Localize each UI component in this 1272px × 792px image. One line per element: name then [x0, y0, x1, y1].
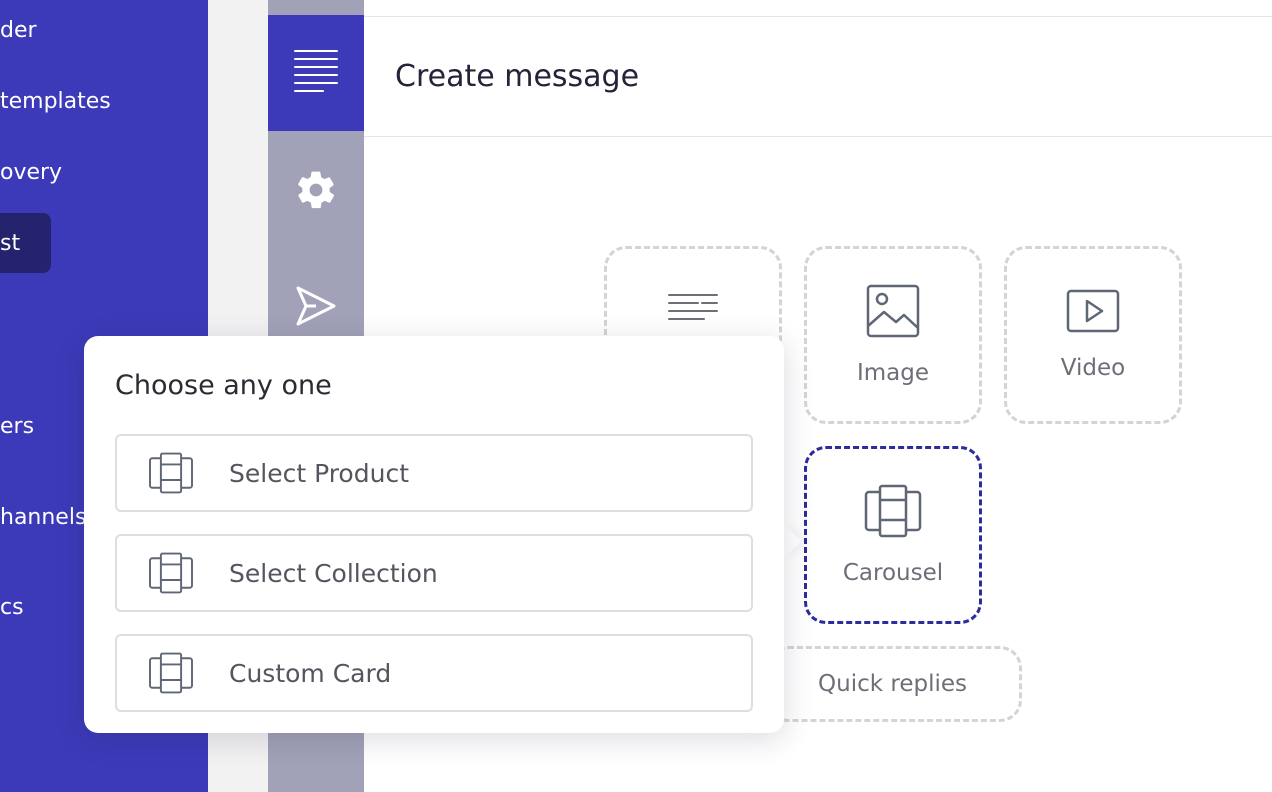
sidebar-item-label: hannels — [0, 504, 87, 530]
text-lines-icon — [293, 48, 339, 98]
select-collection-option[interactable]: Select Collection — [115, 534, 753, 612]
option-label: Custom Card — [229, 658, 392, 688]
text-lines-icon — [668, 293, 718, 327]
image-icon — [866, 284, 920, 344]
page-header: Create message — [364, 17, 1272, 137]
video-tile[interactable]: Video — [1004, 246, 1182, 424]
carousel-options-popover: Choose any one Select Product Select Col… — [84, 336, 784, 733]
select-product-option[interactable]: Select Product — [115, 434, 753, 512]
quick-replies-button[interactable]: Quick replies — [766, 646, 1022, 722]
sidebar-item-label: ers — [0, 413, 35, 439]
option-label: Select Collection — [229, 558, 438, 588]
send-icon — [294, 284, 338, 332]
sidebar-item-label: overy — [0, 159, 63, 185]
sidebar-item-label: templates — [0, 88, 111, 114]
sidebar-item-builder[interactable]: der — [0, 0, 200, 60]
sidebar-item-label: st — [0, 230, 21, 256]
quick-replies-label: Quick replies — [818, 671, 967, 697]
tile-label: Video — [1060, 355, 1126, 381]
sidebar-item-label: cs — [0, 594, 24, 620]
gear-icon — [294, 168, 338, 216]
rail-message-button[interactable] — [268, 15, 364, 131]
option-label: Select Product — [229, 458, 409, 488]
carousel-icon — [863, 484, 923, 544]
carousel-icon — [147, 652, 197, 694]
tile-label: Carousel — [842, 560, 944, 586]
popover-title: Choose any one — [115, 370, 332, 401]
image-tile[interactable]: Image — [804, 246, 982, 424]
sidebar-item-label: der — [0, 17, 37, 43]
sidebar-item-recovery[interactable]: overy — [0, 142, 200, 202]
carousel-icon — [147, 552, 197, 594]
sidebar-item-broadcast[interactable]: st — [0, 213, 51, 273]
page-title: Create message — [395, 59, 640, 94]
video-icon — [1066, 289, 1120, 339]
carousel-icon — [147, 452, 197, 494]
tile-label: Image — [856, 360, 930, 386]
rail-settings-button[interactable] — [268, 136, 364, 248]
sidebar-item-templates[interactable]: templates — [0, 71, 200, 131]
custom-card-option[interactable]: Custom Card — [115, 634, 753, 712]
carousel-tile[interactable]: Carousel — [804, 446, 982, 624]
